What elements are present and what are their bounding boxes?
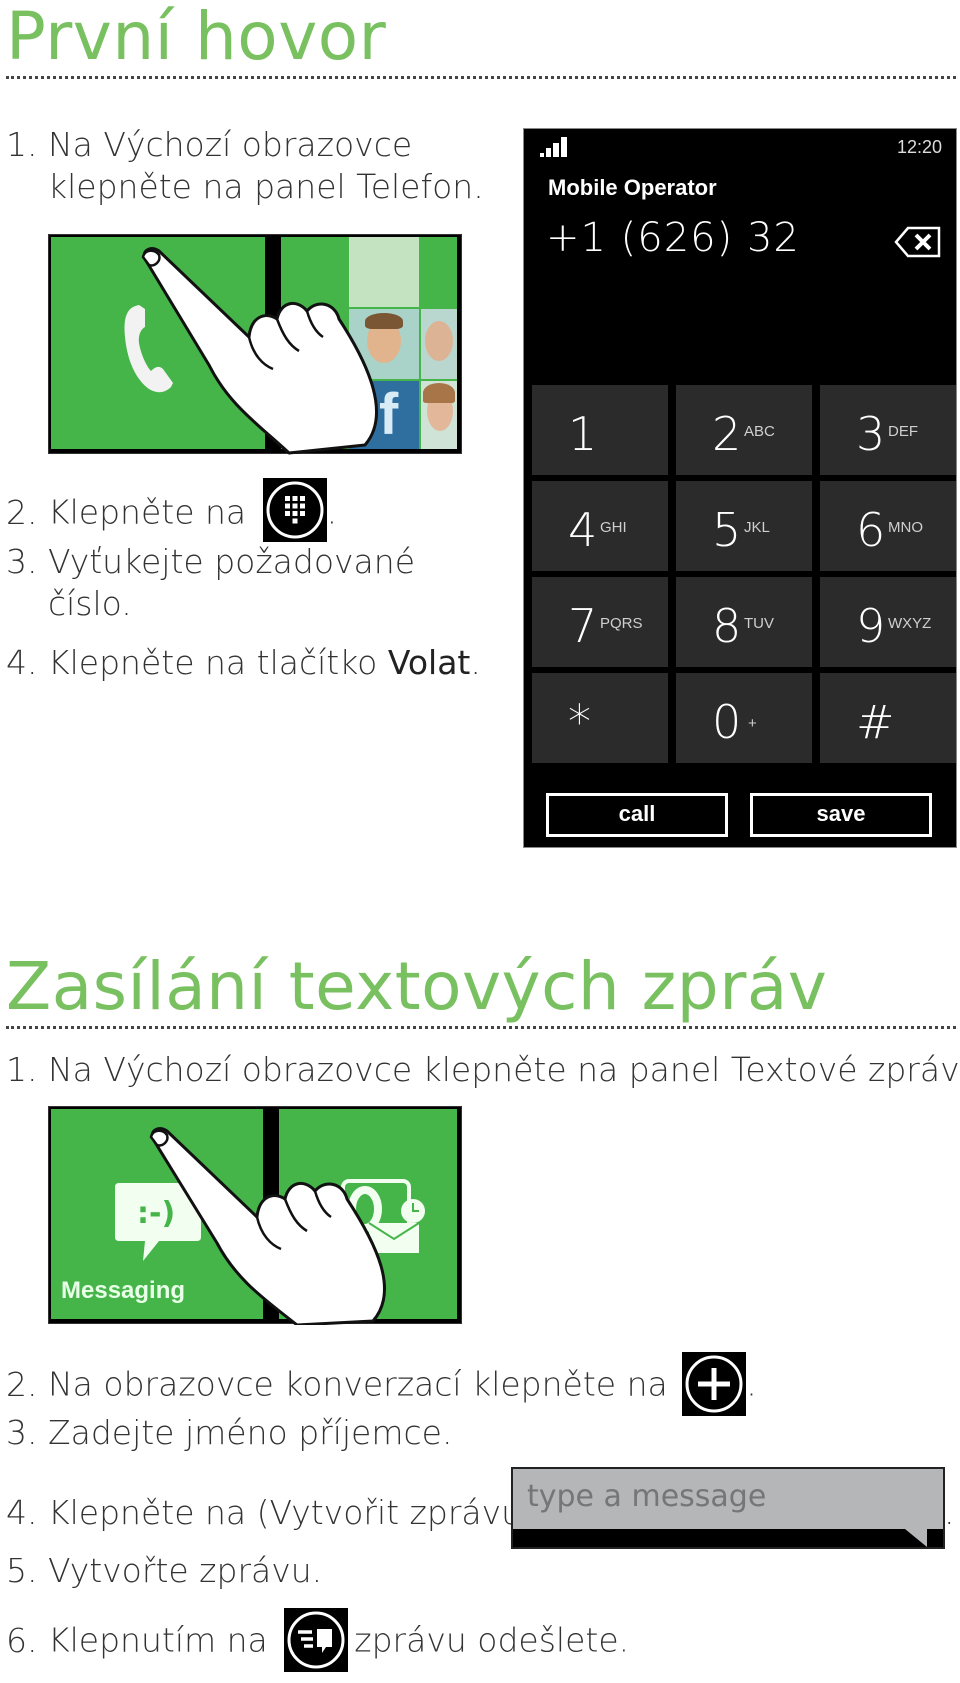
key-letters: JKL (744, 519, 770, 536)
step-text: Klepněte na (Vytvořit zprávu) (48, 1493, 535, 1532)
dialer-key-hash[interactable]: # (820, 673, 956, 763)
add-circle-icon (682, 1352, 747, 1416)
step-number: 3. (6, 1413, 38, 1452)
step-text-cont: klepněte na panel Telefon. (48, 167, 484, 206)
phone-dialer-screen: 12:20 Mobile Operator +1 (626) 32 1 2 ABC 3… (523, 128, 957, 848)
key-digit: 6 (856, 503, 886, 557)
step-5-message: 5. Vytvořte zprávu. (6, 1550, 322, 1592)
step-text: Na obrazovce konverzací klepněte na (48, 1364, 668, 1404)
step-text: Zadejte jméno příjemce. (48, 1413, 453, 1452)
step-text: Vyťukejte požadované (48, 542, 415, 581)
message-input-box[interactable]: type a message (511, 1467, 945, 1549)
step-6-message: 6. Klepnutím na zprávu odešlete. (6, 1608, 630, 1674)
contact-photo (421, 381, 457, 449)
speech-tail-icon (905, 1529, 927, 1547)
dialer-key-5[interactable]: 5 JKL (676, 481, 812, 571)
dialer-key-8[interactable]: 8 TUV (676, 577, 812, 667)
step-text: Na Výchozí obrazovce (48, 125, 413, 164)
dialer-key-9[interactable]: 9 WXYZ (820, 577, 956, 667)
step-number: 5. (6, 1551, 38, 1590)
section-title-first-call: První hovor (6, 0, 387, 75)
send-message-icon (284, 1608, 349, 1672)
step-1-call: 1. Na Výchozí obrazovce klepněte na panel… (6, 124, 484, 208)
save-button[interactable]: save (750, 793, 932, 837)
section-divider (6, 76, 956, 79)
step-3-message: 3. Zadejte jméno příjemce. (6, 1412, 452, 1454)
status-time: 12:20 (896, 137, 942, 157)
step-number: 6. (6, 1620, 38, 1660)
dialer-key-star[interactable]: * (532, 673, 668, 763)
key-letters: PQRS (600, 615, 643, 632)
messaging-tiles-illustration: :-) Messaging ok (48, 1106, 462, 1325)
key-digit: 1 (568, 407, 598, 461)
key-digit: 0 (712, 695, 742, 749)
key-letters: ABC (744, 423, 775, 440)
call-button[interactable]: call (546, 793, 728, 837)
step-1-message: 1. Na Výchozí obrazovce klepněte na panel… (6, 1049, 960, 1091)
dialer-key-3[interactable]: 3 DEF (820, 385, 956, 475)
key-letters: WXYZ (888, 615, 932, 632)
dialer-key-2[interactable]: 2 ABC (676, 385, 812, 475)
step-text: zprávu odešlete. (354, 1620, 630, 1660)
key-letters: TUV (744, 615, 774, 632)
step-text: Klepněte na (48, 492, 247, 532)
dialer-key-7[interactable]: 7 PQRS (532, 577, 668, 667)
step-number: 1. (6, 125, 38, 164)
step-number: 1. (6, 1050, 38, 1089)
step-number: 3. (6, 542, 38, 581)
step-punct: . (944, 1493, 955, 1532)
step-punct: . (470, 643, 481, 682)
step-punct: . (326, 492, 338, 532)
step-4-message: 4. Klepněte na (Vytvořit zprávu) (6, 1492, 535, 1534)
dialed-number[interactable]: +1 (626) 32 (546, 215, 800, 261)
key-digit: 9 (856, 599, 886, 653)
key-digit: * (568, 695, 591, 749)
dialpad-icon (262, 478, 327, 542)
key-digit: 2 (712, 407, 742, 461)
contact-photo (421, 309, 457, 379)
section-title-text-messages: Zasílání textových zpráv (6, 948, 828, 1025)
step-number: 4. (6, 1493, 38, 1532)
step-number: 2. (6, 1364, 38, 1404)
key-digit: 8 (712, 599, 742, 653)
key-digit: 3 (856, 407, 886, 461)
call-button-reference: Volat (387, 643, 471, 682)
message-box-bottom-bar (513, 1529, 943, 1547)
step-2-message: 2. Na obrazovce konverzací klepněte na . (6, 1352, 757, 1418)
step-text-cont: číslo. (48, 584, 132, 623)
step-3-call: 3. Vyťukejte požadované číslo. (6, 541, 415, 625)
key-letters: GHI (600, 519, 627, 536)
step-punct: . (746, 1364, 757, 1404)
key-digit: 5 (712, 503, 742, 557)
step-number: 4. (6, 643, 38, 682)
step-2-call: 2. Klepněte na . (6, 478, 338, 546)
dialer-key-4[interactable]: 4 GHI (532, 481, 668, 571)
step-number: 2. (6, 492, 38, 532)
step-text: Na Výchozí obrazovce klepněte na panel T… (48, 1050, 960, 1089)
step-4-call: 4. Klepněte na tlačítko Volat. (6, 642, 481, 684)
dialer-key-1[interactable]: 1 (532, 385, 668, 475)
key-digit: 7 (568, 599, 598, 653)
dialer-key-6[interactable]: 6 MNO (820, 481, 956, 571)
signal-bars-icon (540, 137, 567, 157)
dialer-key-0[interactable]: 0 + (676, 673, 812, 763)
key-digit: 4 (568, 503, 598, 557)
key-letters: DEF (888, 423, 918, 440)
key-digit: # (856, 695, 895, 749)
message-placeholder: type a message (527, 1479, 767, 1514)
key-letters: MNO (888, 519, 923, 536)
tapping-hand-icon (141, 247, 379, 455)
section-divider (6, 1026, 956, 1029)
operator-name: Mobile Operator (548, 175, 717, 200)
start-screen-tiles-illustration: f e (48, 234, 462, 455)
key-letters: + (748, 715, 757, 732)
backspace-icon[interactable] (894, 225, 942, 259)
step-text: Klepněte na tlačítko (48, 643, 378, 682)
step-text: Klepnutím na (48, 1620, 268, 1660)
step-text: Vytvořte zprávu. (48, 1551, 323, 1590)
tapping-hand-icon (149, 1127, 387, 1325)
